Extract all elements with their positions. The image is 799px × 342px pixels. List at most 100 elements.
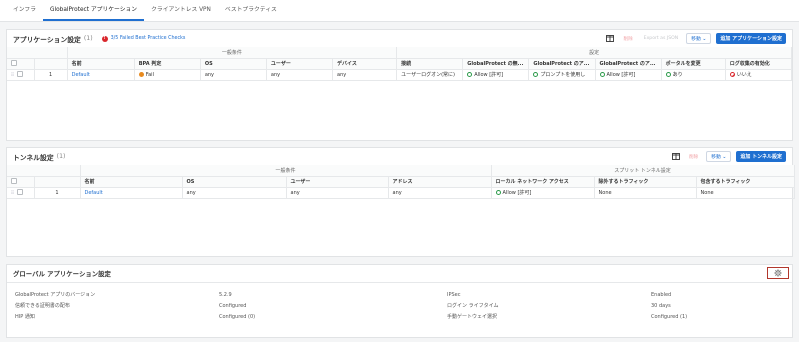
col-gp-app1[interactable]: GlobalProtect のア... — [528, 58, 596, 70]
check-circle-icon — [467, 72, 473, 77]
col-user[interactable]: ユーザー — [286, 176, 389, 188]
col-name[interactable]: 名前 — [80, 176, 183, 188]
add-tunnel-setting-button[interactable]: 追加 トンネル設定 — [736, 151, 786, 162]
user-value: any — [286, 187, 389, 199]
setting-label: 手動ゲートウェイ選択 — [447, 314, 498, 320]
address-value: any — [388, 187, 492, 199]
delete-button[interactable]: 削除 — [620, 36, 635, 42]
chevron-down-icon: ⌄ — [722, 155, 727, 160]
setting-value: Enabled — [651, 291, 672, 298]
chevron-down-icon: ⌄ — [702, 37, 707, 42]
app-settings-table: 一般条件 設定 名前 BPA 判定 OS ユーザー デバイス 接続 Global… — [7, 47, 793, 81]
setting-label: IPSec — [447, 291, 461, 298]
toolbar: 削除 移動 ⌄ 追加 トンネル設定 — [671, 151, 786, 162]
add-app-setting-button[interactable]: 追加 アプリケーション設定 — [716, 33, 786, 44]
table-row[interactable]: ⠿ 1 Default Fail any any any ユーザーログオン(常に… — [7, 69, 793, 81]
row-checkbox[interactable] — [17, 71, 24, 78]
col-os[interactable]: OS — [200, 58, 267, 70]
columns-icon[interactable] — [671, 152, 681, 162]
portal-value: あり — [672, 72, 683, 78]
setting-label: 信頼できる証明書の配布 — [15, 303, 70, 309]
log-value: いいえ — [736, 72, 752, 78]
tunnel-settings-header: トンネル設定 (1) 削除 移動 ⌄ 追加 トンネル設定 — [7, 148, 792, 165]
settings-row: HIP 通知 Configured (0) 手動ゲートウェイ選択 Configu… — [15, 311, 784, 322]
tab-best-practice[interactable]: ベストプラクティス — [218, 4, 284, 21]
row-number: 1 — [34, 187, 81, 199]
tab-globalprotect-app[interactable]: GlobalProtect アプリケーション — [43, 4, 145, 21]
col-os[interactable]: OS — [182, 176, 287, 188]
group-split-tunnel: スプリット トンネル設定 — [491, 165, 795, 177]
check-circle-icon — [533, 72, 539, 77]
col-log[interactable]: ログ収集の有効化 — [725, 58, 793, 70]
check-circle-icon — [665, 72, 671, 77]
col-user[interactable]: ユーザー — [266, 58, 334, 70]
col-local-access[interactable]: ローカル ネットワーク アクセス — [491, 176, 595, 188]
alert-icon: ! — [101, 35, 108, 42]
rule-count: (1) — [56, 153, 66, 160]
settings-row: GlobalProtect アプリのバージョン 5.2.9 IPSec Enab… — [15, 289, 784, 300]
tab-infra[interactable]: インフラ — [6, 4, 43, 21]
gp-disable-value: Allow [許可] — [474, 72, 504, 78]
col-connect[interactable]: 接続 — [396, 58, 464, 70]
bpa-warning-link[interactable]: ! 3/5 Failed Best Practice Checks — [101, 35, 186, 42]
tunnel-settings-panel: トンネル設定 (1) 削除 移動 ⌄ 追加 トンネル設定 一般条件 スプリット … — [6, 147, 795, 257]
warning-text: 3/5 Failed Best Practice Checks — [110, 36, 186, 41]
move-dropdown[interactable]: 移動 ⌄ — [706, 151, 732, 162]
row-checkbox[interactable] — [17, 189, 24, 196]
move-label: 移動 — [711, 155, 721, 160]
col-gp-disable[interactable]: GlobalProtect の無... — [462, 58, 530, 70]
app-settings-panel: アプリケーション設定 (1) ! 3/5 Failed Best Practic… — [6, 29, 793, 141]
col-include[interactable]: 包含するトラフィック — [696, 176, 795, 188]
export-json-button[interactable]: Export as JSON — [641, 36, 682, 41]
settings-gear-icon[interactable] — [767, 267, 789, 279]
move-label: 移動 — [691, 37, 701, 42]
exclude-value: None — [594, 187, 697, 199]
fail-icon — [138, 71, 144, 77]
gp-app2-value: Allow [許可] — [606, 72, 636, 78]
column-group-row: 一般条件 設定 — [7, 47, 792, 59]
check-circle-icon — [599, 72, 605, 77]
os-value: any — [182, 187, 287, 199]
rule-count: (1) — [83, 35, 93, 42]
setting-value: 30 days — [651, 302, 671, 309]
col-exclude[interactable]: 除外するトラフィック — [594, 176, 697, 188]
tab-clientless-vpn[interactable]: クライアントレス VPN — [144, 4, 218, 21]
column-group-row: 一般条件 スプリット トンネル設定 — [7, 165, 795, 177]
setting-label: HIP 通知 — [15, 314, 35, 320]
group-settings: 設定 — [396, 47, 792, 59]
setting-label: GlobalProtect アプリのバージョン — [15, 292, 96, 298]
panel-title: グローバル アプリケーション設定 — [13, 270, 111, 278]
tab-bar: インフラ GlobalProtect アプリケーション クライアントレス VPN… — [0, 0, 799, 22]
header-row: 名前 OS ユーザー アドレス ローカル ネットワーク アクセス 除外するトラフ… — [7, 176, 795, 188]
rule-name-link[interactable]: Default — [72, 72, 90, 78]
col-name[interactable]: 名前 — [67, 58, 135, 70]
panel-title: アプリケーション設定 — [13, 35, 81, 44]
col-bpa[interactable]: BPA 判定 — [134, 58, 201, 70]
rule-name-link[interactable]: Default — [85, 190, 103, 196]
include-value: None — [696, 187, 795, 199]
table-row[interactable]: ⠿ 1 Default any any any Allow [許可] None … — [7, 187, 795, 199]
check-circle-icon — [495, 190, 501, 195]
col-gp-app2[interactable]: GlobalProtect のア... — [595, 58, 662, 70]
setting-value: 5.2.9 — [219, 291, 232, 298]
columns-icon[interactable] — [605, 34, 615, 44]
select-all-checkbox[interactable] — [11, 178, 17, 185]
os-value: any — [200, 69, 267, 81]
group-general: 一般条件 — [80, 165, 492, 177]
tunnel-settings-table: 一般条件 スプリット トンネル設定 名前 OS ユーザー アドレス ローカル ネ… — [7, 165, 795, 199]
delete-button[interactable]: 削除 — [686, 154, 701, 160]
col-portal[interactable]: ポータルを変更 — [661, 58, 726, 70]
select-all-checkbox[interactable] — [11, 60, 17, 67]
app-settings-header: アプリケーション設定 (1) ! 3/5 Failed Best Practic… — [7, 30, 792, 47]
local-access-value: Allow [許可] — [502, 190, 532, 196]
col-address[interactable]: アドレス — [388, 176, 492, 188]
user-value: any — [266, 69, 334, 81]
drag-handle-icon[interactable]: ⠿ — [11, 73, 14, 78]
toolbar: 削除 Export as JSON 移動 ⌄ 追加 アプリケーション設定 — [605, 33, 786, 44]
drag-handle-icon[interactable]: ⠿ — [11, 191, 14, 196]
gp-app1-value: プロンプトを使用し — [540, 72, 586, 78]
settings-row: 信頼できる証明書の配布 Configured ログイン ライフタイム 30 da… — [15, 300, 784, 311]
move-dropdown[interactable]: 移動 ⌄ — [686, 33, 712, 44]
col-device[interactable]: デバイス — [332, 58, 398, 70]
device-value: any — [332, 69, 398, 81]
